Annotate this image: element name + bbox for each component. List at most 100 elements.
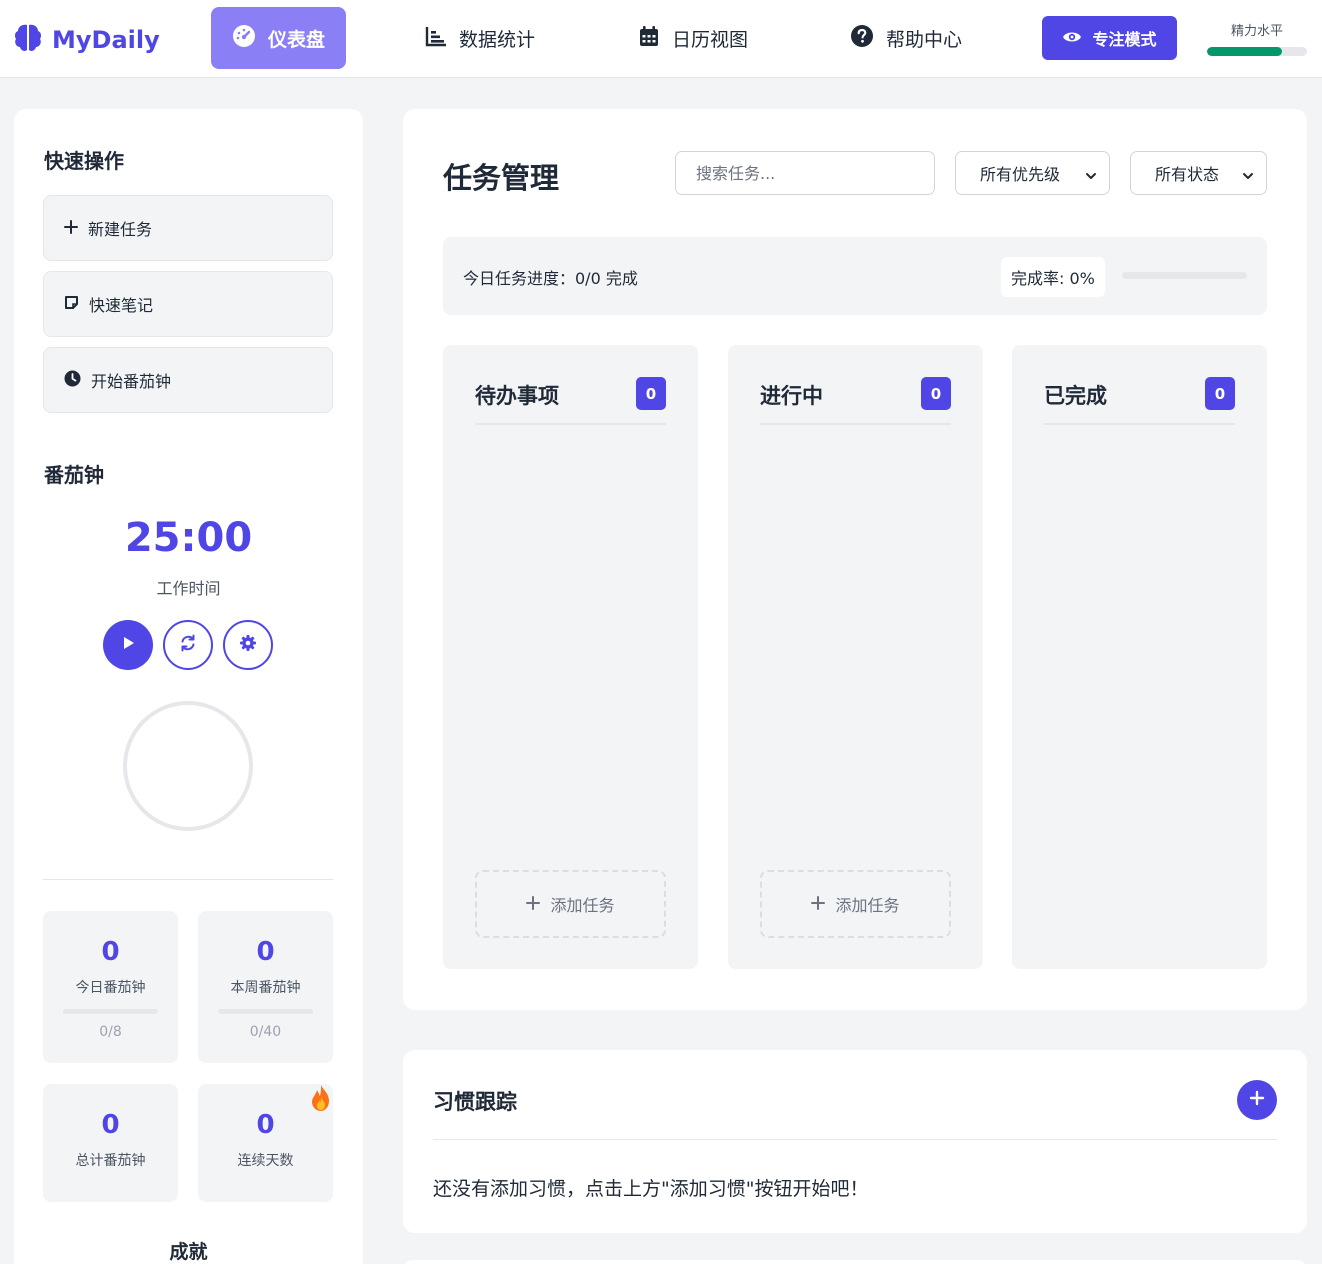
fire-icon [309,1084,333,1116]
stat-today-pomodoro: 0 今日番茄钟 0/8 [43,911,178,1063]
calendar-icon [638,25,660,52]
nav-calendar[interactable]: 日历视图 [616,7,770,69]
stat-progress-bar [218,1009,313,1014]
chart-icon [425,25,447,52]
dashboard-icon [232,24,256,53]
app-logo[interactable]: MyDaily [12,22,160,58]
nav-label: 数据统计 [459,28,536,51]
nav-label: 帮助中心 [886,28,963,51]
completion-rate: 完成率: 0% [1001,257,1105,297]
timer-progress-ring [123,701,253,831]
plus-icon [526,895,541,914]
stat-value: 0 [256,937,275,967]
in-progress-column: 进行中 0 添加任务 [728,345,983,969]
energy-bar-fill [1207,47,1282,56]
task-panel-title: 任务管理 [443,161,560,195]
stat-label: 今日番茄钟 [75,980,146,996]
plus-icon [64,219,78,238]
column-count-badge: 0 [636,377,666,410]
add-task-button[interactable]: 添加任务 [760,870,951,938]
stat-value: 0 [101,1110,120,1140]
habit-tracker-title: 习惯跟踪 [433,1090,517,1114]
note-icon [64,295,79,314]
nav-label: 仪表盘 [267,28,325,51]
play-button[interactable] [103,620,153,670]
nav-label: 日历视图 [672,28,749,51]
sidebar-divider [43,879,333,880]
energy-bar [1207,47,1307,56]
priority-filter-select[interactable]: 所有优先级 [955,151,1110,195]
chevron-down-icon [1242,167,1254,186]
pomodoro-timer: 25:00 [124,515,253,561]
column-title: 进行中 [760,384,823,408]
chevron-down-icon [1085,167,1097,186]
task-panel: 任务管理 所有优先级 所有状态 今日任务进度：0/0 完成 完成率: 0% 待办… [403,109,1307,1010]
habit-divider [433,1139,1277,1140]
stat-week-pomodoro: 0 本周番茄钟 0/40 [198,911,333,1063]
todo-column: 待办事项 0 添加任务 [443,345,698,969]
stat-streak-days: 0 连续天数 [198,1084,333,1202]
pomodoro-title: 番茄钟 [44,463,104,487]
reset-button[interactable] [163,620,213,670]
stat-progress-text: 0/8 [99,1024,122,1040]
new-task-button[interactable]: 新建任务 [43,195,333,261]
plus-icon [811,895,826,914]
stat-total-pomodoro: 0 总计番茄钟 [43,1084,178,1202]
stat-progress-bar [63,1009,158,1014]
clock-icon [64,370,81,391]
new-task-label: 新建任务 [88,220,153,239]
task-search-input[interactable] [675,151,935,195]
habit-tracker-panel: 习惯跟踪 还没有添加习惯，点击上方"添加习惯"按钮开始吧！ [403,1050,1307,1233]
help-icon [850,24,874,53]
nav-help[interactable]: 帮助中心 [828,7,984,69]
stat-value: 0 [101,937,120,967]
stat-label: 总计番茄钟 [75,1153,146,1169]
next-panel [403,1260,1307,1264]
completion-rate-bar [1122,272,1247,279]
column-count-badge: 0 [1205,377,1235,410]
play-icon [120,635,136,655]
daily-progress-box: 今日任务进度：0/0 完成 完成率: 0% [443,237,1267,315]
column-title: 已完成 [1044,384,1107,408]
focus-mode-label: 专注模式 [1092,30,1157,49]
refresh-icon [179,634,197,656]
energy-level: 精力水平 [1207,20,1307,56]
nav-dashboard[interactable]: 仪表盘 [211,7,346,69]
start-pomodoro-label: 开始番茄钟 [91,372,172,391]
achievements-title: 成就 [169,1241,208,1263]
add-task-button[interactable]: 添加任务 [475,870,666,938]
app-name: MyDaily [52,26,160,54]
priority-filter-value: 所有优先级 [980,165,1061,184]
eye-icon [1062,29,1082,48]
stat-label: 连续天数 [237,1153,294,1169]
timer-settings-button[interactable] [223,620,273,670]
brain-icon [12,22,44,58]
add-task-label: 添加任务 [550,896,615,915]
sidebar: 快速操作 新建任务 快速笔记 开始番茄钟 番茄钟 25:00 工作时间 0 今日… [14,109,363,1264]
quick-note-label: 快速笔记 [89,296,154,315]
column-header: 已完成 0 [1044,377,1235,425]
start-pomodoro-button[interactable]: 开始番茄钟 [43,347,333,413]
pomodoro-mode-label: 工作时间 [156,579,221,598]
nav-statistics[interactable]: 数据统计 [403,7,557,69]
column-header: 进行中 0 [760,377,951,425]
column-title: 待办事项 [475,384,559,408]
gear-icon [239,634,257,656]
energy-label: 精力水平 [1230,24,1283,39]
top-navbar: MyDaily 仪表盘 数据统计 日历视图 帮助中心 专注模式 精力水平 [0,0,1322,78]
daily-progress-text: 今日任务进度：0/0 完成 [463,269,638,288]
add-task-label: 添加任务 [835,896,900,915]
status-filter-select[interactable]: 所有状态 [1130,151,1267,195]
focus-mode-button[interactable]: 专注模式 [1042,16,1177,60]
stat-label: 本周番茄钟 [230,980,301,996]
stat-progress-text: 0/40 [249,1024,282,1040]
quick-note-button[interactable]: 快速笔记 [43,271,333,337]
status-filter-value: 所有状态 [1155,165,1220,184]
column-count-badge: 0 [921,377,951,410]
done-column: 已完成 0 [1012,345,1267,969]
plus-icon [1249,1090,1265,1110]
quick-actions-title: 快速操作 [44,149,124,173]
column-header: 待办事项 0 [475,377,666,425]
habit-empty-message: 还没有添加习惯，点击上方"添加习惯"按钮开始吧！ [433,1178,869,1200]
add-habit-button[interactable] [1237,1080,1277,1120]
